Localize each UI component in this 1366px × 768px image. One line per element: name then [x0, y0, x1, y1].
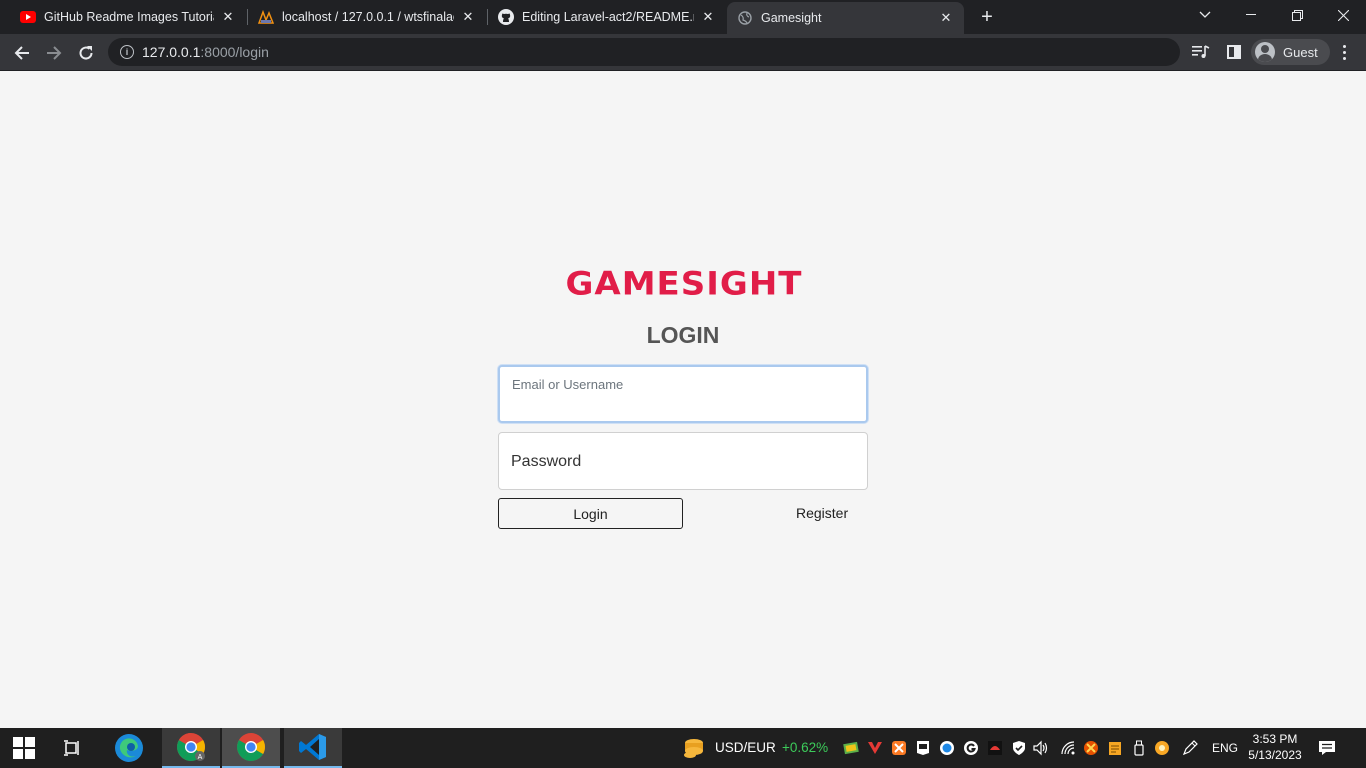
tab-youtube[interactable]: GitHub Readme Images Tutorial ( ✕: [10, 0, 246, 34]
xampp-tray-icon[interactable]: [891, 740, 907, 756]
password-placeholder: Password: [511, 453, 582, 470]
currency-widget-icon[interactable]: [680, 728, 708, 768]
back-arrow-icon[interactable]: [8, 39, 36, 67]
notification-center-icon[interactable]: [1318, 739, 1336, 757]
profile-label: Guest: [1283, 44, 1318, 60]
youtube-icon: [20, 9, 36, 25]
close-tab-icon[interactable]: ✕: [938, 10, 954, 26]
windows-taskbar: A USD/EUR +0.62% ENG 3:53 PM 5/13/2023: [0, 728, 1366, 768]
pen-tray-icon[interactable]: [1182, 740, 1198, 756]
avatar-icon: [1255, 42, 1275, 62]
side-panel-icon[interactable]: [1223, 41, 1245, 63]
address-bar[interactable]: i 127.0.0.1:8000/login: [108, 38, 1180, 66]
tab-title: Editing Laravel-act2/README.md: [522, 10, 694, 24]
site-info-icon[interactable]: i: [120, 45, 134, 59]
tab-phpmyadmin[interactable]: localhost / 127.0.0.1 / wtsfinalact ✕: [248, 0, 486, 34]
login-button[interactable]: Login: [498, 498, 683, 529]
svg-text:A: A: [198, 754, 203, 761]
chrome-profile-app-icon[interactable]: A: [162, 728, 220, 768]
register-link[interactable]: Register: [796, 505, 848, 521]
phpmyadmin-icon: [258, 9, 274, 25]
new-tab-button[interactable]: +: [976, 6, 998, 28]
tab-gamesight[interactable]: Gamesight ✕: [727, 2, 964, 34]
edge-app-icon[interactable]: [100, 728, 158, 768]
globe-icon: [737, 10, 753, 26]
security-tray-icon[interactable]: [867, 740, 883, 756]
app-tray-icon-sun[interactable]: [1154, 740, 1170, 756]
url-path: :8000/login: [200, 44, 269, 60]
app-tray-icon-notes[interactable]: [1107, 740, 1123, 756]
browser-menu-icon[interactable]: [1336, 42, 1352, 62]
github-icon: [498, 9, 514, 25]
close-window-button[interactable]: [1320, 0, 1366, 30]
restore-button[interactable]: [1274, 0, 1320, 30]
profile-button[interactable]: Guest: [1251, 39, 1330, 65]
windows-start-icon[interactable]: [0, 728, 48, 768]
tab-search-icon[interactable]: [1182, 0, 1228, 30]
bluestacks-tray-icon[interactable]: [843, 740, 859, 756]
close-tab-icon[interactable]: ✕: [460, 9, 476, 25]
close-tab-icon[interactable]: ✕: [700, 9, 716, 25]
minimize-button[interactable]: [1228, 0, 1274, 30]
page-title: LOGIN: [646, 322, 720, 348]
grammarly-tray-icon[interactable]: [963, 740, 979, 756]
tab-title: Gamesight: [761, 11, 822, 25]
app-tray-icon-orange[interactable]: [1083, 740, 1099, 756]
url-host: 127.0.0.1: [142, 44, 201, 60]
volume-icon[interactable]: [1033, 740, 1049, 756]
app-tray-icon-blue[interactable]: [939, 740, 955, 756]
logo-text: GAMESIGHT: [565, 265, 803, 303]
close-tab-icon[interactable]: ✕: [220, 9, 236, 25]
app-tray-icon-red[interactable]: [987, 740, 1003, 756]
media-control-icon[interactable]: [1190, 41, 1212, 63]
epic-games-tray-icon[interactable]: [915, 740, 931, 756]
tab-github[interactable]: Editing Laravel-act2/README.md ✕: [488, 0, 726, 34]
usb-tray-icon[interactable]: [1131, 740, 1147, 756]
language-indicator[interactable]: ENG: [1212, 741, 1238, 755]
task-view-icon[interactable]: [50, 728, 94, 768]
email-username-input[interactable]: Email or Username: [498, 365, 868, 423]
tab-title: GitHub Readme Images Tutorial (: [44, 10, 214, 24]
tab-title: localhost / 127.0.0.1 / wtsfinalact: [282, 10, 454, 24]
shield-tray-icon[interactable]: [1011, 740, 1027, 756]
taskbar-clock[interactable]: 3:53 PM 5/13/2023: [1240, 731, 1310, 763]
currency-widget-change: +0.62%: [782, 740, 829, 755]
browser-toolbar: i 127.0.0.1:8000/login Guest: [0, 34, 1366, 71]
forward-arrow-icon[interactable]: [40, 39, 68, 67]
clock-time: 3:53 PM: [1252, 732, 1298, 746]
wifi-icon[interactable]: [1060, 740, 1076, 756]
chrome-app-icon[interactable]: [222, 728, 280, 768]
vscode-app-icon[interactable]: [284, 728, 342, 768]
email-placeholder: Email or Username: [512, 377, 624, 392]
browser-tab-strip: GitHub Readme Images Tutorial ( ✕ localh…: [0, 0, 1366, 34]
password-input[interactable]: Password: [498, 432, 868, 490]
currency-widget-label[interactable]: USD/EUR: [715, 740, 776, 755]
clock-date: 5/13/2023: [1248, 748, 1302, 762]
gamesight-logo: GAMESIGHT: [560, 262, 808, 306]
reload-icon[interactable]: [72, 39, 100, 67]
